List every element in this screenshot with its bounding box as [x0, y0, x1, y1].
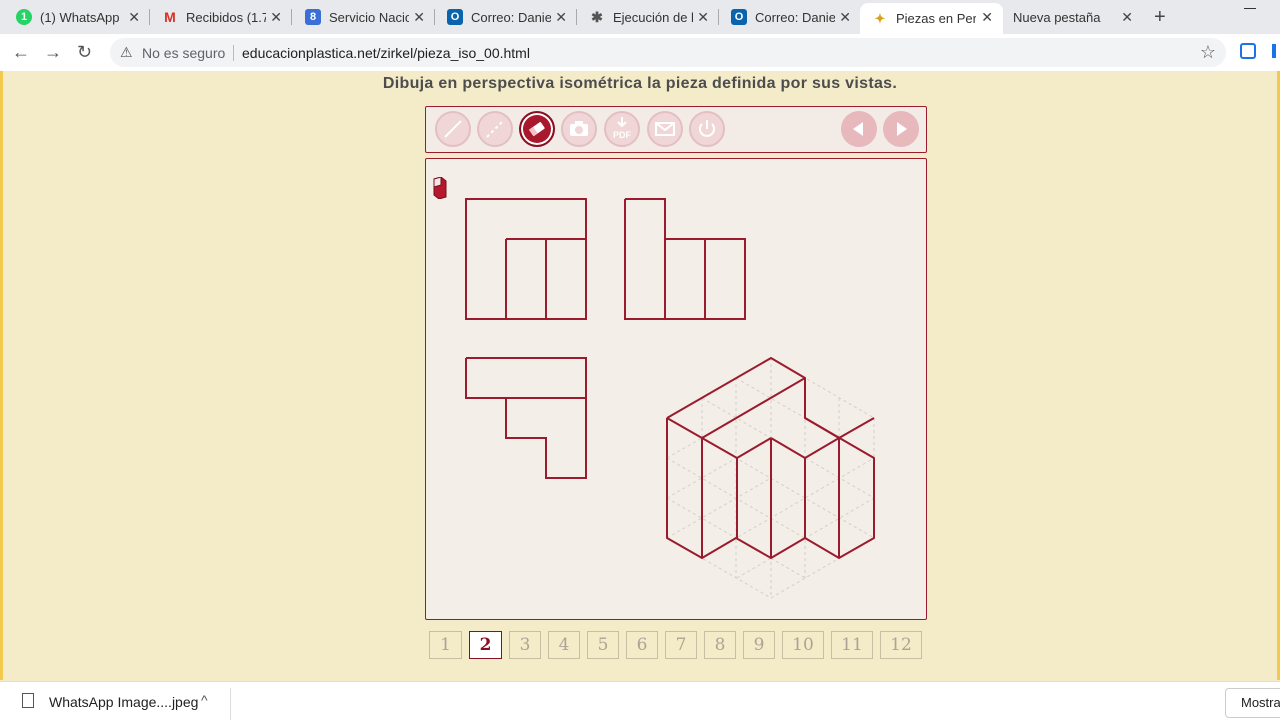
power-icon [699, 120, 715, 137]
download-bar: WhatsApp Image....jpeg ^ Mostrar [0, 681, 1280, 721]
tab-label: Correo: Daniel [755, 9, 835, 25]
front-view [465, 198, 587, 320]
power-button[interactable] [689, 111, 725, 147]
close-icon[interactable]: ✕ [270, 9, 282, 26]
page-button-4[interactable]: 4 [548, 631, 580, 659]
pdf-download-icon: PDF [613, 117, 632, 140]
page-button-1[interactable]: 1 [429, 631, 462, 659]
eraser-icon [528, 122, 545, 137]
divider [230, 688, 231, 720]
tab-label: Piezas en Persp [896, 11, 976, 26]
sena-star-icon: ✱ [591, 8, 603, 25]
top-view [465, 357, 587, 479]
snapshot-button[interactable] [561, 111, 597, 147]
tab-strip: 1 (1) WhatsApp ✕ M Recibidos (1.76 ✕ 8 S… [0, 0, 1280, 34]
back-icon[interactable]: ← [12, 42, 30, 63]
next-button[interactable] [883, 111, 919, 147]
outlook-icon: O [447, 9, 463, 25]
reload-icon[interactable]: ↻ [77, 42, 92, 63]
close-icon[interactable]: ✕ [697, 9, 709, 26]
security-label[interactable]: No es seguro [142, 45, 225, 61]
page-button-7[interactable]: 7 [665, 631, 697, 659]
gmail-icon: M [164, 9, 176, 25]
eraser-tool-button[interactable] [519, 111, 555, 147]
tab-correo-1[interactable]: O Correo: Daniel ✕ [431, 3, 577, 31]
forward-icon[interactable]: → [44, 42, 62, 63]
close-icon[interactable]: ✕ [839, 9, 851, 26]
page-content: Dibuja en perspectiva isométrica la piez… [0, 71, 1280, 680]
tab-ejecucion[interactable]: ✱ Ejecución de la ✕ [573, 3, 719, 31]
bookmark-star-icon[interactable]: ☆ [1200, 42, 1216, 63]
line-tool-button[interactable] [435, 111, 471, 147]
tab-piezas[interactable]: ✦ Piezas en Persp ✕ [860, 3, 1003, 34]
mail-icon [655, 122, 675, 136]
drawing-toolbar: PDF [425, 106, 927, 153]
page-button-12[interactable]: 12 [880, 631, 922, 659]
translate-extension-icon[interactable] [1240, 43, 1256, 59]
close-icon[interactable]: ✕ [128, 9, 140, 26]
page-button-9[interactable]: 9 [743, 631, 775, 659]
side-view [624, 198, 746, 320]
close-icon[interactable]: ✕ [555, 9, 567, 26]
tab-label: Recibidos (1.76 [186, 9, 266, 25]
page-button-6[interactable]: 6 [626, 631, 658, 659]
svg-text:PDF: PDF [613, 130, 632, 140]
whatsapp-icon: 1 [16, 9, 32, 25]
close-icon[interactable]: ✕ [1121, 9, 1133, 26]
show-all-button[interactable]: Mostrar [1225, 688, 1280, 718]
page-button-10[interactable]: 10 [782, 631, 824, 659]
piece-drawing [465, 198, 875, 599]
pdf-download-button[interactable]: PDF [604, 111, 640, 147]
download-filename[interactable]: WhatsApp Image....jpeg [49, 694, 198, 710]
tab-servicio-nacional[interactable]: 8 Servicio Nacio ✕ [289, 3, 435, 31]
drawing-canvas[interactable] [425, 158, 927, 620]
previous-button[interactable] [841, 111, 877, 147]
chevron-up-icon[interactable]: ^ [201, 692, 208, 708]
close-icon[interactable]: ✕ [981, 9, 993, 26]
page-button-2[interactable]: 2 [469, 631, 502, 659]
line-icon [444, 120, 462, 138]
profile-icon[interactable] [1272, 44, 1276, 58]
minimize-icon[interactable] [1244, 8, 1256, 9]
tab-nueva-pestana[interactable]: Nueva pestaña ✕ [1003, 3, 1143, 31]
page-button-8[interactable]: 8 [704, 631, 736, 659]
sena-icon: 8 [305, 9, 321, 25]
file-icon [22, 693, 34, 708]
warning-icon[interactable]: ⚠ [120, 44, 133, 61]
tab-correo-2[interactable]: O Correo: Daniel ✕ [715, 3, 861, 31]
outlook-icon: O [731, 9, 747, 25]
tab-label: Ejecución de la [613, 9, 693, 25]
tab-label: Correo: Daniel [471, 9, 551, 25]
arrow-left-icon [853, 122, 863, 136]
browser-toolbar: ← → ↻ ⚠ No es seguro educacionplastica.n… [0, 34, 1280, 72]
page-title: Dibuja en perspectiva isométrica la piez… [382, 75, 898, 92]
page-selector: 1 2 3 4 5 6 7 8 9 10 11 12 [429, 631, 922, 659]
new-tab-icon[interactable]: + [1154, 6, 1166, 29]
url-text[interactable]: educacionplastica.net/zirkel/pieza_iso_0… [242, 45, 530, 61]
dashed-line-icon [486, 120, 504, 138]
page-button-3[interactable]: 3 [509, 631, 541, 659]
divider [233, 45, 234, 61]
page-button-11[interactable]: 11 [831, 631, 873, 659]
arrow-right-icon [897, 122, 907, 136]
zirkel-icon: ✦ [874, 10, 886, 26]
email-button[interactable] [647, 111, 683, 147]
close-icon[interactable]: ✕ [413, 9, 425, 26]
page-button-5[interactable]: 5 [587, 631, 619, 659]
tab-whatsapp[interactable]: 1 (1) WhatsApp ✕ [0, 3, 150, 31]
dashed-line-tool-button[interactable] [477, 111, 513, 147]
camera-icon [570, 121, 588, 136]
tab-label: (1) WhatsApp [40, 9, 120, 25]
address-bar[interactable]: ⚠ No es seguro educacionplastica.net/zir… [110, 38, 1226, 67]
tab-label: Nueva pestaña [1013, 9, 1101, 25]
tab-label: Servicio Nacio [329, 9, 409, 25]
tab-gmail[interactable]: M Recibidos (1.76 ✕ [146, 3, 292, 31]
